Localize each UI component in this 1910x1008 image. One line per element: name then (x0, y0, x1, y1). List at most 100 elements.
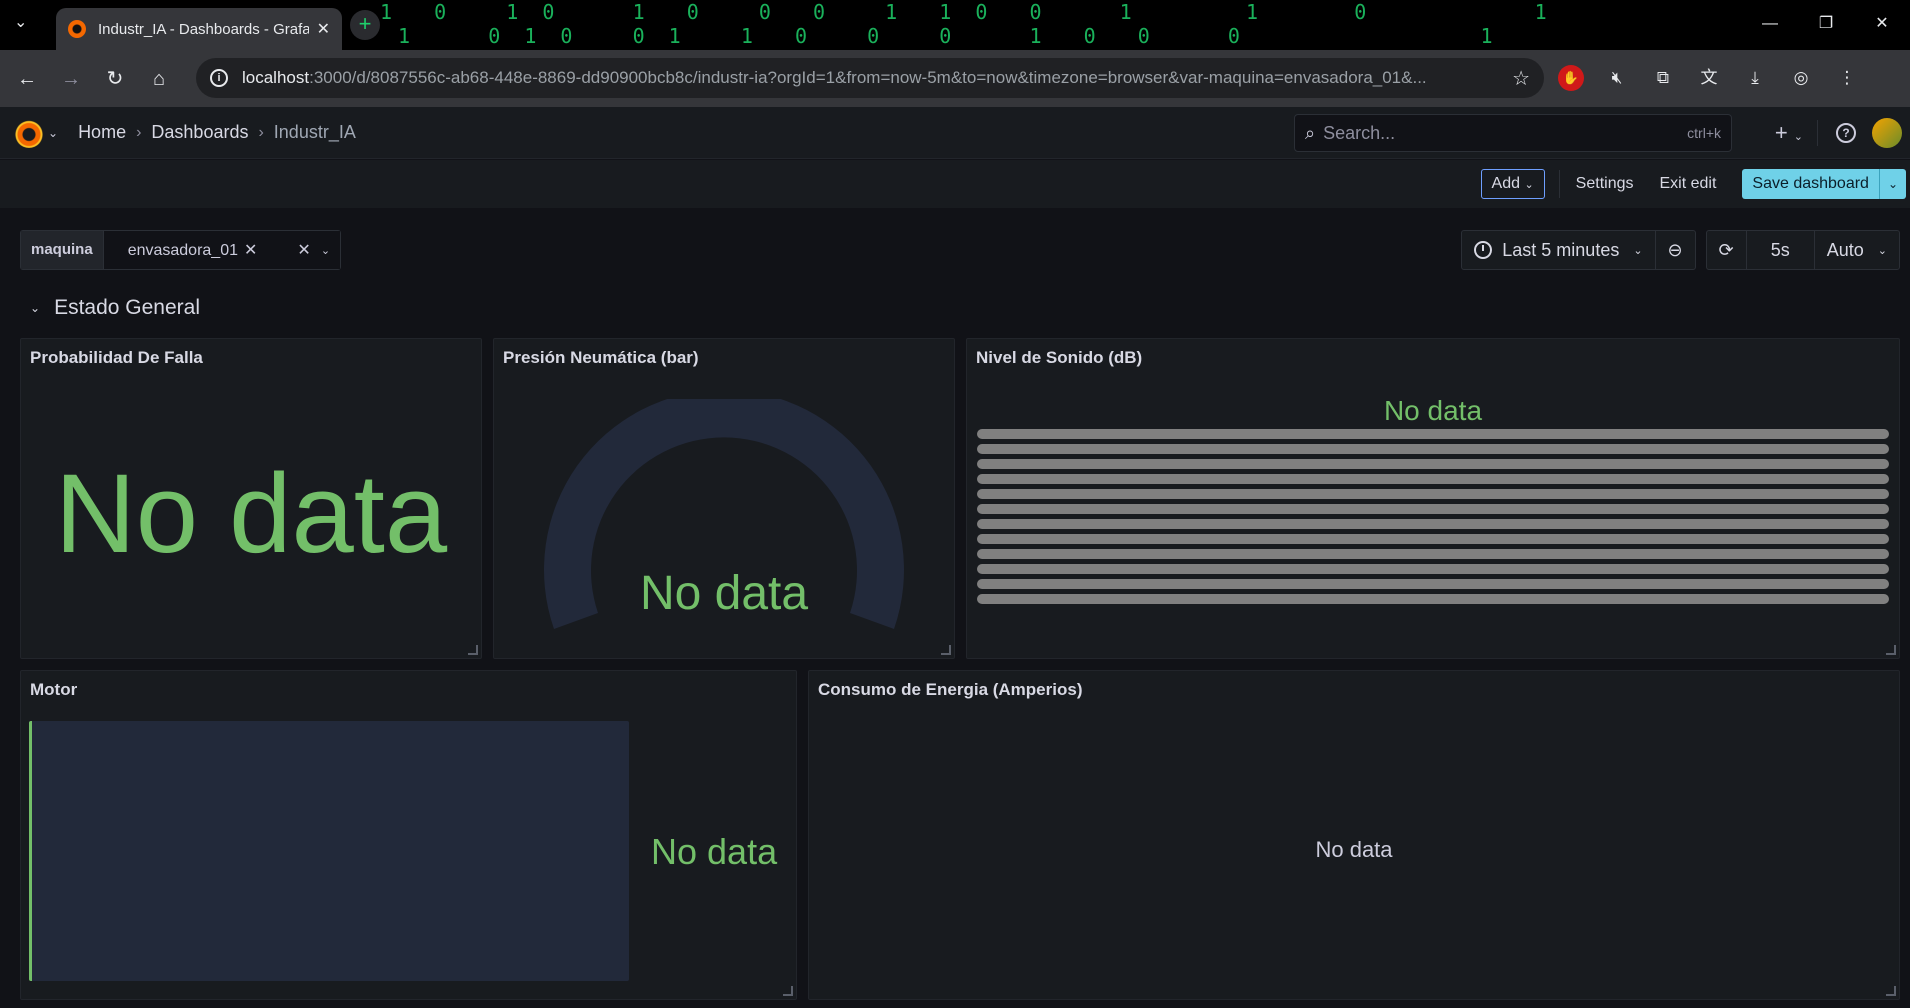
panel-title: Motor (30, 680, 78, 699)
browser-tab-active[interactable]: Industr_IA - Dashboards - Grafana ✕ (56, 8, 342, 50)
extensions-area: ✋ 🔇︎ ⧉ 文 ⤓ ◎ ⋮ (1558, 58, 1860, 98)
clear-icon[interactable]: ✕ (297, 240, 310, 260)
grafana-logo-icon[interactable] (14, 117, 44, 148)
add-button[interactable]: Add ⌄ (1480, 169, 1545, 199)
clock-icon (1474, 241, 1493, 259)
no-data-message: No data (1383, 395, 1483, 426)
url-host: localhost (242, 68, 310, 87)
save-dashboard-button[interactable]: Save dashboard (1742, 169, 1879, 199)
back-icon[interactable]: ← (10, 62, 44, 96)
resize-handle[interactable] (783, 986, 793, 996)
no-data-message: No data (651, 831, 778, 872)
resize-handle[interactable] (1886, 645, 1896, 655)
bar-gauge-track (977, 459, 1889, 469)
variable-value: envasadora_01 (127, 242, 238, 259)
extensions-puzzle-icon[interactable]: ⧉ (1650, 65, 1676, 91)
exit-edit-button[interactable]: Exit edit (1659, 175, 1716, 193)
grafana-top-nav: ⌄ Home › Dashboards › Industr_IA ⌕ Searc… (0, 107, 1910, 159)
no-data-message: No data (1315, 837, 1393, 862)
resize-handle[interactable] (1886, 986, 1896, 996)
mute-icon[interactable]: 🔇︎ (1604, 65, 1630, 91)
chevron-down-icon[interactable]: ⌄ (321, 244, 330, 257)
dashboard-canvas: maquina envasadora_01 ✕ ✕ ⌄ Last 5 minute… (0, 208, 1910, 1008)
forward-icon[interactable]: → (54, 62, 88, 96)
no-data-message: No data (639, 567, 809, 620)
refresh-interval[interactable]: 5s (1745, 231, 1814, 269)
time-range-label: Last 5 minutes (1502, 239, 1620, 260)
home-icon[interactable]: ⌂ (142, 62, 176, 96)
panel-title: Probabilidad De Falla (30, 348, 203, 367)
bar-gauge-track (977, 474, 1889, 484)
chevron-down-icon: ⌄ (1524, 179, 1534, 191)
tab-search-icon[interactable]: ⌄ (14, 12, 27, 32)
tab-close-icon[interactable]: ✕ (317, 19, 330, 39)
bar-gauge-track (977, 564, 1889, 574)
profile-icon[interactable]: ◎ (1788, 65, 1814, 91)
user-avatar[interactable] (1872, 118, 1902, 148)
browser-menu-icon[interactable]: ⋮ (1834, 65, 1860, 91)
reload-icon[interactable]: ↻ (98, 62, 132, 96)
restore-icon[interactable]: ❐ (1798, 0, 1854, 50)
bar-gauge-track (977, 504, 1889, 514)
divider (1558, 170, 1560, 198)
row-header[interactable]: ⌄ Estado General (30, 296, 200, 320)
chevron-down-icon: ⌄ (1877, 244, 1887, 257)
auto-refresh-picker[interactable]: Auto ⌄ (1813, 231, 1899, 269)
stop-extension-icon[interactable]: ✋ (1558, 65, 1584, 91)
breadcrumb: Home › Dashboards › Industr_IA (78, 122, 356, 143)
bar-gauge-track (977, 534, 1889, 544)
zoom-out-button[interactable]: ⊖ (1654, 231, 1695, 269)
resize-handle[interactable] (941, 645, 951, 655)
save-options-chevron-icon[interactable]: ⌄ (1878, 169, 1906, 199)
row-title: Estado General (54, 296, 200, 319)
url-text[interactable]: localhost:3000/d/8087556c-ab68-448e-8869… (242, 68, 1512, 88)
bar-gauge-track (977, 429, 1889, 439)
variable-select[interactable]: envasadora_01 ✕ ✕ ⌄ (103, 231, 341, 269)
time-range-picker[interactable]: Last 5 minutes ⌄ (1462, 231, 1654, 269)
browser-toolbar: ← → ↻ ⌂ i localhost:3000/d/8087556c-ab68… (0, 50, 1910, 107)
tab-title: Industr_IA - Dashboards - Grafana (98, 20, 309, 38)
panel-title: Nivel de Sonido (dB) (976, 348, 1143, 367)
dashboard-edit-toolbar: Add ⌄ Settings Exit edit Save dashboard … (0, 160, 1910, 208)
chevron-down-icon[interactable]: ⌄ (48, 126, 58, 140)
panel-motor[interactable]: Motor No data (20, 670, 797, 1000)
new-plus-menu-icon[interactable]: + ⌄ (1761, 120, 1818, 146)
download-icon[interactable]: ⤓ (1742, 65, 1768, 91)
collapse-chevron-icon[interactable]: ⌄ (30, 301, 40, 315)
address-bar[interactable]: i localhost:3000/d/8087556c-ab68-448e-88… (196, 58, 1544, 98)
remove-value-icon[interactable]: ✕ (244, 242, 257, 259)
variable-value-chip[interactable]: envasadora_01 ✕ (118, 240, 268, 260)
window-close-icon[interactable]: ✕ (1854, 0, 1910, 50)
new-tab-button[interactable]: + (350, 10, 380, 40)
bar-gauge-track (977, 444, 1889, 454)
bookmark-star-icon[interactable]: ☆ (1512, 66, 1530, 91)
motor-bar-gauge (29, 721, 629, 981)
panel-title: Consumo de Energia (Amperios) (818, 680, 1083, 699)
help-icon[interactable]: ? (1836, 123, 1856, 143)
settings-button[interactable]: Settings (1576, 175, 1634, 193)
refresh-icon: ⟳ (1718, 239, 1734, 260)
no-data-message: No data (54, 451, 448, 576)
site-info-icon[interactable]: i (210, 69, 228, 87)
bar-gauge-track (977, 489, 1889, 499)
panel-probabilidad[interactable]: Probabilidad De Falla No data (20, 338, 482, 659)
breadcrumb-home[interactable]: Home (78, 122, 126, 143)
refresh-button[interactable]: ⟳ (1707, 231, 1746, 269)
refresh-group: ⟳ 5s Auto ⌄ (1705, 230, 1900, 270)
matrix-background: 1 0 1 0 1 0 0 0 1 1 0 0 1 1 0 1 1 0 1 0 … (380, 0, 1553, 50)
search-input[interactable]: ⌕ Search... ctrl+k (1294, 114, 1732, 152)
panel-energia[interactable]: Consumo de Energia (Amperios) No data (808, 670, 1900, 1000)
resize-handle[interactable] (468, 645, 478, 655)
time-controls: Last 5 minutes ⌄ ⊖ ⟳ 5s Auto ⌄ (1461, 230, 1900, 270)
zoom-out-icon: ⊖ (1667, 239, 1683, 260)
auto-label: Auto (1826, 239, 1864, 260)
panel-sonido[interactable]: Nivel de Sonido (dB) No data (966, 338, 1900, 659)
bar-gauge-track (977, 549, 1889, 559)
variable-maquina: maquina envasadora_01 ✕ ✕ ⌄ (20, 230, 342, 270)
translate-icon[interactable]: 文 (1696, 65, 1722, 91)
search-shortcut: ctrl+k (1687, 125, 1721, 141)
panel-presion[interactable]: Presión Neumática (bar) No data (493, 338, 955, 659)
minimize-icon[interactable]: — (1742, 0, 1798, 50)
url-path: :3000/d/8087556c-ab68-448e-8869-dd90900b… (309, 68, 1427, 87)
breadcrumb-dashboards[interactable]: Dashboards (151, 122, 248, 143)
